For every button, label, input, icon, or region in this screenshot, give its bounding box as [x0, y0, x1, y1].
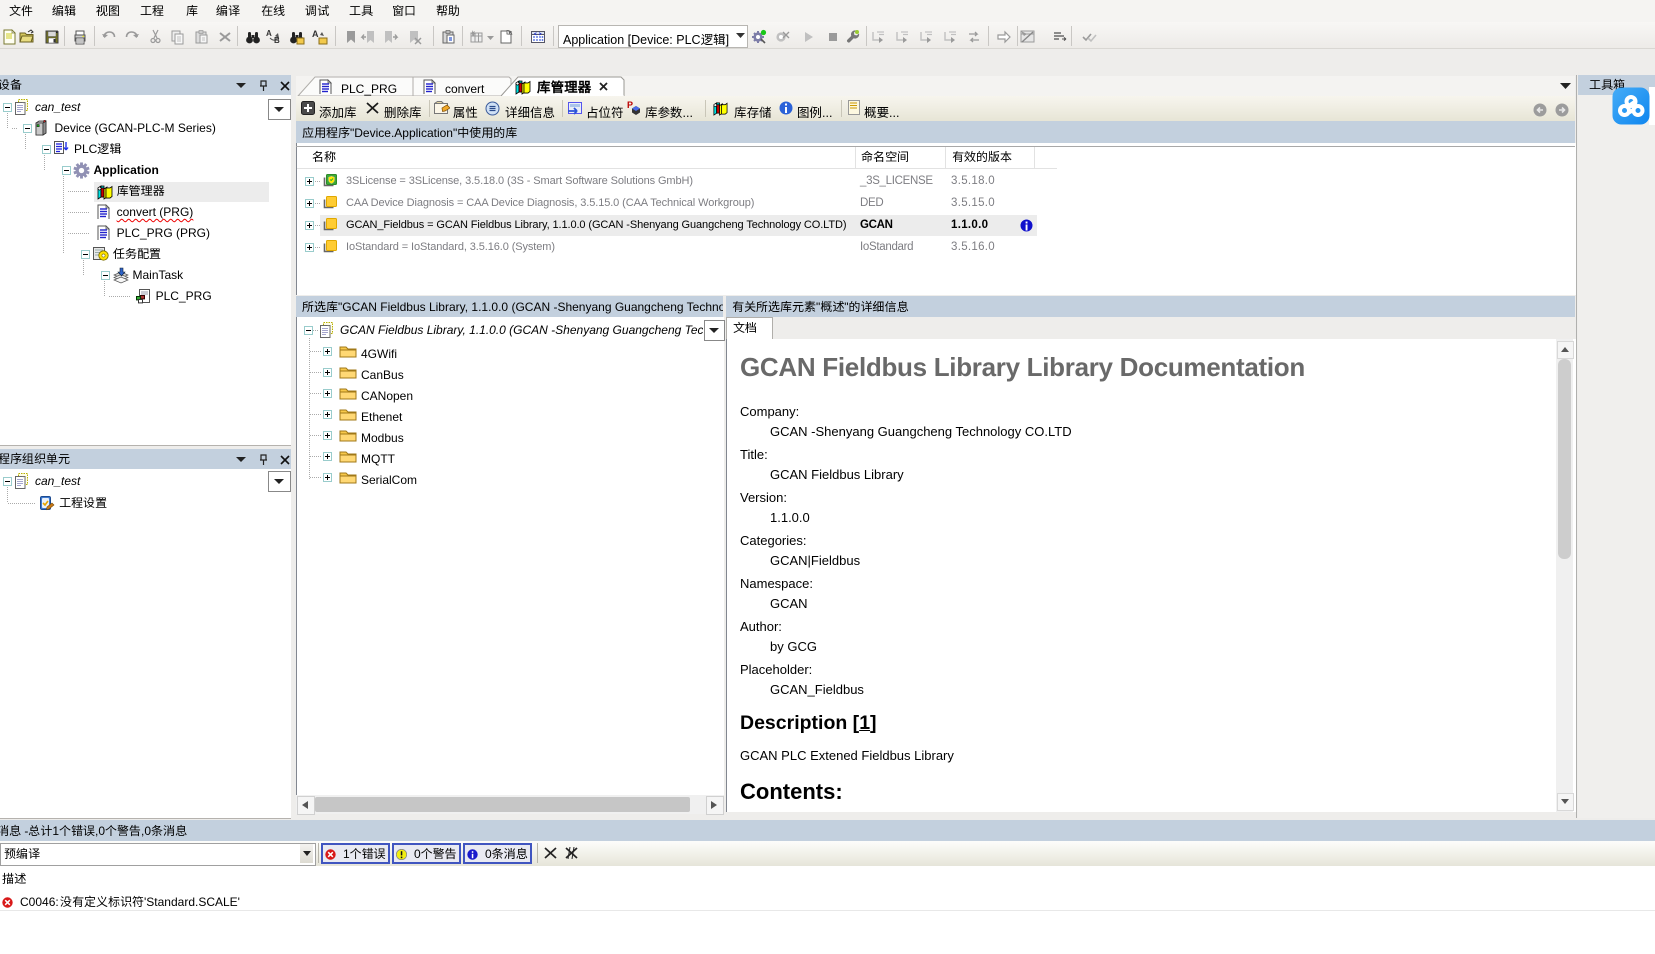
- svg-text:A: A: [266, 29, 272, 39]
- svg-text:A: A: [312, 29, 319, 40]
- svg-text:B: B: [274, 35, 280, 45]
